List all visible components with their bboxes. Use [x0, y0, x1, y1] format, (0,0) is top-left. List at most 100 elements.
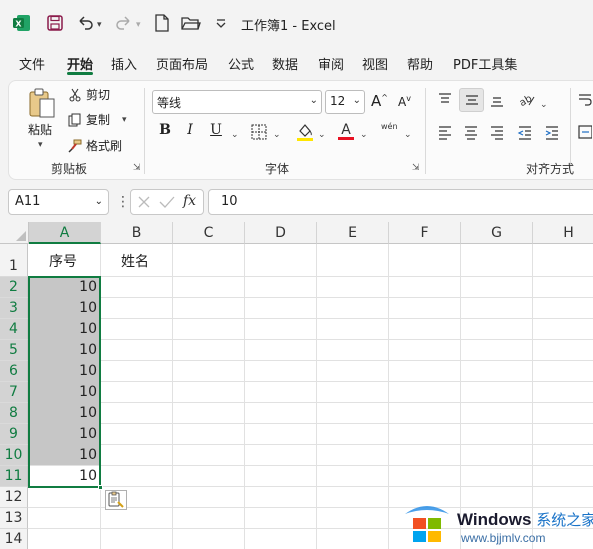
fill-handle[interactable]: [98, 485, 103, 490]
column-header-h[interactable]: H: [533, 222, 593, 244]
undo-icon[interactable]: [75, 13, 95, 33]
align-top-button[interactable]: [437, 92, 453, 108]
font-color-button[interactable]: A: [337, 121, 355, 141]
decrease-indent-button[interactable]: [517, 124, 533, 140]
name-box-dropdown-icon[interactable]: ⌄: [95, 196, 103, 207]
undo-dropdown-icon[interactable]: ▾: [97, 16, 102, 30]
font-size-dropdown-icon[interactable]: ⌄: [353, 95, 361, 106]
fill-color-dropdown-icon[interactable]: ⌄: [318, 126, 326, 140]
borders-dropdown-icon[interactable]: ⌄: [273, 126, 281, 140]
customize-toolbar-icon[interactable]: [211, 13, 231, 33]
column-header-a[interactable]: A: [29, 222, 101, 244]
fill-color-button[interactable]: [296, 122, 314, 142]
enter-check-icon[interactable]: [159, 195, 175, 209]
row-header-14[interactable]: 14: [0, 529, 28, 549]
paste-dropdown-icon[interactable]: ▾: [38, 136, 43, 150]
font-color-icon: A: [338, 122, 354, 140]
align-left-button[interactable]: [437, 124, 453, 140]
paste-button[interactable]: [26, 87, 58, 119]
format-painter-button[interactable]: 格式刷: [68, 137, 122, 154]
cell-b1[interactable]: 姓名: [121, 251, 149, 271]
font-launcher-icon[interactable]: ⇲: [412, 163, 420, 173]
column-header-d[interactable]: D: [245, 222, 317, 244]
tab-file[interactable]: 文件: [19, 54, 45, 73]
column-header-g[interactable]: G: [461, 222, 533, 244]
row-header-4[interactable]: 4: [0, 319, 28, 340]
align-right-button[interactable]: [489, 124, 505, 140]
increase-indent-button[interactable]: [544, 124, 560, 140]
row-header-5[interactable]: 5: [0, 340, 28, 361]
new-file-icon[interactable]: [152, 13, 172, 33]
align-center-button[interactable]: [463, 124, 479, 140]
font-name-combo[interactable]: 等线 ⌄: [152, 90, 322, 114]
row-header-10[interactable]: 10: [0, 445, 28, 466]
orientation-icon: ab: [518, 93, 535, 109]
underline-dropdown-icon[interactable]: ⌄: [231, 126, 239, 140]
tab-insert[interactable]: 插入: [111, 54, 137, 73]
tab-home[interactable]: 开始: [67, 54, 93, 73]
tab-page-layout[interactable]: 页面布局: [156, 54, 208, 73]
window-title: 工作簿1 - Excel: [241, 19, 336, 34]
increase-font-button[interactable]: A^: [371, 92, 388, 110]
row-header-11[interactable]: 11: [0, 466, 28, 487]
row-header-12[interactable]: 12: [0, 487, 28, 508]
redo-dropdown-icon[interactable]: ▾: [136, 16, 141, 30]
insert-function-button[interactable]: fx: [183, 193, 196, 209]
row-header-2[interactable]: 2: [0, 277, 28, 298]
align-middle-button[interactable]: [459, 88, 484, 112]
row-header-8[interactable]: 8: [0, 403, 28, 424]
formula-buttons: fx: [130, 189, 204, 215]
row-header-9[interactable]: 9: [0, 424, 28, 445]
copy-button[interactable]: 复制 ▾: [68, 111, 127, 128]
grid-line: [316, 244, 317, 549]
tab-review[interactable]: 审阅: [318, 54, 344, 73]
wrap-text-button[interactable]: [578, 92, 592, 108]
svg-text:A: A: [341, 122, 351, 138]
row-header-6[interactable]: 6: [0, 361, 28, 382]
tab-formulas[interactable]: 公式: [228, 54, 254, 73]
underline-button[interactable]: U: [207, 122, 225, 138]
phonetic-icon: wén: [381, 122, 398, 131]
font-color-dropdown-icon[interactable]: ⌄: [360, 126, 368, 140]
grid-line: [28, 486, 593, 487]
clipboard-launcher-icon[interactable]: ⇲: [133, 163, 141, 173]
italic-button[interactable]: I: [181, 122, 199, 138]
tab-data[interactable]: 数据: [272, 54, 298, 73]
row-header-3[interactable]: 3: [0, 298, 28, 319]
formula-input[interactable]: 10: [208, 189, 593, 215]
row-header-7[interactable]: 7: [0, 382, 28, 403]
font-size-combo[interactable]: 12 ⌄: [325, 90, 365, 114]
open-folder-icon[interactable]: [181, 13, 201, 33]
copy-dropdown-icon[interactable]: ▾: [122, 115, 127, 125]
column-header-c[interactable]: C: [173, 222, 245, 244]
cancel-icon[interactable]: [137, 195, 151, 209]
tab-view[interactable]: 视图: [362, 54, 388, 73]
tab-help[interactable]: 帮助: [407, 54, 433, 73]
borders-button[interactable]: [251, 124, 267, 140]
phonetic-guide-button[interactable]: wén: [381, 122, 398, 131]
column-header-b[interactable]: B: [101, 222, 173, 244]
more-options-icon[interactable]: ⋮: [116, 194, 130, 210]
redo-icon[interactable]: [114, 13, 134, 33]
select-all-button[interactable]: [0, 222, 29, 244]
column-header-e[interactable]: E: [317, 222, 389, 244]
align-bottom-button[interactable]: [489, 92, 505, 108]
column-header-f[interactable]: F: [389, 222, 461, 244]
row-header-13[interactable]: 13: [0, 508, 28, 529]
cut-button[interactable]: 剪切: [68, 86, 110, 103]
orientation-dropdown-icon[interactable]: ⌄: [540, 96, 548, 110]
merge-button[interactable]: [578, 124, 592, 140]
name-box[interactable]: A11 ⌄: [8, 189, 109, 215]
decrease-font-button[interactable]: Av: [398, 94, 411, 109]
paste-options-button[interactable]: [105, 490, 127, 510]
bold-button[interactable]: B: [156, 122, 174, 138]
cell-a1[interactable]: 序号: [49, 251, 77, 271]
font-name-dropdown-icon[interactable]: ⌄: [310, 95, 318, 106]
fill-color-icon: [297, 124, 313, 141]
phonetic-dropdown-icon[interactable]: ⌄: [404, 126, 412, 140]
title-bar: X ▾ ▾ 工作簿1 - Excel: [0, 0, 593, 46]
tab-pdf-tools[interactable]: PDF工具集: [453, 54, 517, 73]
row-header-1[interactable]: 1: [0, 244, 28, 277]
save-icon[interactable]: [45, 13, 65, 33]
orientation-button[interactable]: ab: [517, 91, 537, 109]
